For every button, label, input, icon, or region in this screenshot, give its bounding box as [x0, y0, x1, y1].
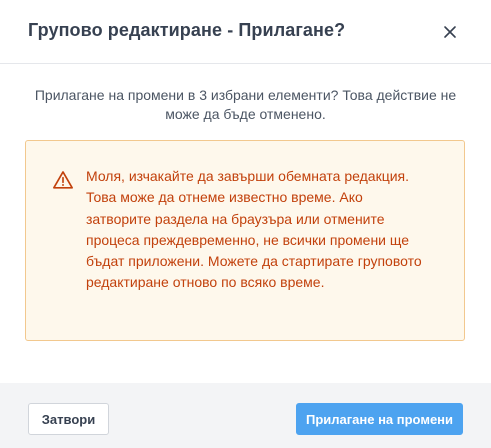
close-icon: [444, 26, 456, 38]
apply-changes-button[interactable]: Прилагане на промени: [296, 403, 463, 435]
dialog-title: Групово редактиране - Прилагане?: [28, 20, 346, 40]
close-dialog-button[interactable]: Затвори: [28, 403, 109, 435]
warning-alert: Моля, изчакайте да завърши обемната реда…: [25, 140, 465, 341]
dialog-header: Групово редактиране - Прилагане?: [0, 0, 491, 64]
dialog-footer: Затвори Прилагане на промени: [0, 383, 491, 448]
warning-message: Моля, изчакайте да завърши обемната реда…: [86, 168, 422, 291]
close-button[interactable]: [438, 20, 462, 44]
bulk-edit-apply-dialog: Групово редактиране - Прилагане? Прилага…: [0, 0, 491, 448]
confirmation-text: Прилагане на промени в 3 избрани елемент…: [34, 87, 457, 122]
warning-triangle-icon: [53, 171, 73, 189]
